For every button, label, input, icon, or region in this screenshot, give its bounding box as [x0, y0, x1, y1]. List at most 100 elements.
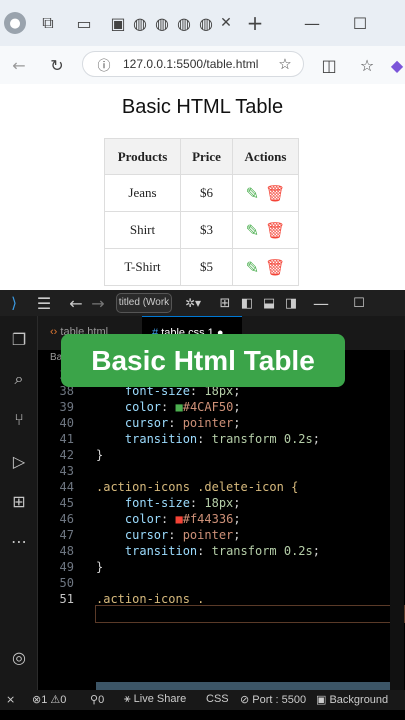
line-number: 50 — [59, 576, 74, 590]
edit-icon[interactable]: ✎ — [246, 221, 259, 240]
menu-icon[interactable]: ☰ — [34, 293, 54, 313]
source-control-icon[interactable]: ⑂ — [8, 408, 30, 430]
globe-tab-icon[interactable]: ◍ — [130, 13, 150, 33]
language-mode[interactable]: CSS — [206, 693, 229, 705]
new-tab-icon[interactable]: + — [244, 11, 266, 35]
globe-tab-icon[interactable]: ◍ — [174, 13, 194, 33]
line-number: 51 — [59, 592, 74, 606]
split-screen-icon[interactable]: ◫ — [318, 54, 340, 76]
table-row: Shirt $3 ✎ 🗑 — [104, 211, 299, 249]
explorer-icon[interactable]: ❐ — [8, 328, 30, 350]
remote-icon[interactable]: ⨯ — [6, 693, 15, 706]
tab-actions-icon[interactable]: ▭ — [74, 13, 94, 33]
code-line: transition: transform 0.2s; — [96, 432, 320, 446]
close-tab-icon[interactable]: ✕ — [216, 13, 236, 33]
tab-favicon-icon[interactable]: ▣ — [108, 13, 128, 33]
maximize-icon[interactable]: ☐ — [350, 293, 368, 313]
line-number: 47 — [59, 528, 74, 542]
vscode-title-bar: ⟩ ☰ ← → titled (Work ✲▾ ⊞ ◧ ⬓ ◨ — ☐ — [0, 290, 405, 316]
code-line: } — [96, 560, 104, 574]
browser-window: ● ⧉ ▭ ▣ ◍ ◍ ◍ ◍ ✕ + — ☐ ← ↻ ◫ ☆ ◆ ⓘ 127.… — [0, 0, 405, 290]
nav-forward-icon[interactable]: → — [90, 293, 106, 313]
line-number: 49 — [59, 560, 74, 574]
code-editor[interactable]: Ba 37.action-icons .edit-icon {38 font-s… — [38, 350, 405, 702]
extensions-icon[interactable]: ⊞ — [8, 490, 30, 512]
price-cell: $6 — [180, 174, 233, 212]
minimize-icon[interactable]: — — [312, 293, 330, 313]
line-number: 41 — [59, 432, 74, 446]
page-title: Basic HTML Table — [121, 96, 284, 118]
globe-tab-icon[interactable]: ◍ — [152, 13, 172, 33]
header-products: Products — [104, 138, 181, 175]
code-line: } — [96, 448, 104, 462]
edit-icon[interactable]: ✎ — [246, 258, 259, 277]
browser-tab-strip: ● ⧉ ▭ ▣ ◍ ◍ ◍ ◍ ✕ + — ☐ — [0, 0, 405, 46]
live-share-button[interactable]: ⚹ Live Share — [124, 693, 186, 706]
workspaces-icon[interactable]: ⧉ — [38, 13, 58, 33]
line-number: 44 — [59, 480, 74, 494]
edit-icon[interactable]: ✎ — [246, 184, 259, 203]
copilot-icon[interactable]: ✲▾ — [180, 293, 206, 313]
globe-tab-icon[interactable]: ◍ — [196, 13, 216, 33]
toggle-sidebar-icon[interactable]: ◧ — [238, 293, 256, 313]
table-row: T-Shirt $5 ✎ 🗑 — [104, 248, 299, 286]
price-cell: $5 — [180, 248, 233, 286]
command-center[interactable]: titled (Work — [116, 293, 172, 313]
line-number: 42 — [59, 448, 74, 462]
ports-indicator[interactable]: ⚲0 — [90, 693, 104, 706]
nav-back-icon[interactable]: ← — [68, 293, 84, 313]
minimize-icon[interactable]: — — [302, 13, 322, 33]
url-text: 127.0.0.1:5500/table.html — [123, 57, 259, 71]
status-bar: ⨯ ⊗1 ⚠0 ⚲0 ⚹ Live Share CSS ⊘ Port : 550… — [0, 690, 405, 710]
activity-bar: ❐ ⌕ ⑂ ▷ ⊞ ⋯ ◎ ⚙ — [0, 316, 38, 707]
problems-indicator[interactable]: ⊗1 ⚠0 — [32, 693, 66, 706]
site-info-icon[interactable]: ⓘ — [95, 55, 113, 74]
code-line: .action-icons .delete-icon { — [96, 480, 299, 494]
price-cell: $3 — [180, 211, 233, 249]
copilot-icon[interactable]: ◆ — [388, 54, 405, 76]
search-icon[interactable]: ⌕ — [8, 368, 30, 390]
editor-scrollbar[interactable] — [390, 350, 404, 702]
current-line-highlight — [95, 605, 405, 623]
actions-cell: ✎ 🗑 — [232, 248, 299, 286]
delete-icon[interactable]: 🗑 — [265, 221, 285, 240]
products-table: Products Price Actions Jeans $6 ✎ 🗑 Shirt… — [104, 138, 299, 286]
delete-icon[interactable]: 🗑 — [265, 184, 285, 203]
line-number: 46 — [59, 512, 74, 526]
favorites-icon[interactable]: ☆ — [356, 54, 378, 76]
run-debug-icon[interactable]: ▷ — [8, 450, 30, 472]
layout-icon[interactable]: ⊞ — [216, 293, 234, 313]
toggle-secondary-sidebar-icon[interactable]: ◨ — [282, 293, 300, 313]
table-row: Jeans $6 ✎ 🗑 — [104, 174, 299, 212]
more-icon[interactable]: ⋯ — [8, 530, 30, 552]
overlay-title-banner: Basic Html Table — [61, 334, 345, 387]
code-line: .action-icons . — [96, 592, 205, 606]
line-number: 39 — [59, 400, 74, 414]
code-line: cursor: pointer; — [96, 416, 241, 430]
code-line: font-size: 18px; — [96, 496, 241, 510]
code-line: color: ■#4CAF50; — [96, 400, 241, 414]
line-number: 45 — [59, 496, 74, 510]
line-number: 48 — [59, 544, 74, 558]
code-line: cursor: pointer; — [96, 528, 241, 542]
live-server-port[interactable]: ⊘ Port : 5500 — [240, 693, 306, 706]
toggle-panel-icon[interactable]: ⬓ — [260, 293, 278, 313]
product-cell: Shirt — [104, 211, 181, 249]
line-number: 40 — [59, 416, 74, 430]
actions-cell: ✎ 🗑 — [232, 211, 299, 249]
header-price: Price — [180, 138, 233, 175]
maximize-icon[interactable]: ☐ — [350, 13, 370, 33]
account-icon[interactable]: ◎ — [8, 646, 30, 668]
line-number: 43 — [59, 464, 74, 478]
address-bar[interactable]: ⓘ 127.0.0.1:5500/table.html ☆ — [82, 51, 304, 77]
profile-avatar-icon[interactable]: ● — [4, 12, 26, 34]
back-icon[interactable]: ← — [8, 54, 30, 76]
header-actions: Actions — [232, 138, 299, 175]
code-line: color: ■#f44336; — [96, 512, 241, 526]
product-cell: Jeans — [104, 174, 181, 212]
delete-icon[interactable]: 🗑 — [265, 258, 285, 277]
background-indicator[interactable]: ▣ Background — [316, 693, 388, 706]
reload-icon[interactable]: ↻ — [46, 54, 68, 76]
star-icon[interactable]: ☆ — [275, 55, 295, 73]
code-line: transition: transform 0.2s; — [96, 544, 320, 558]
